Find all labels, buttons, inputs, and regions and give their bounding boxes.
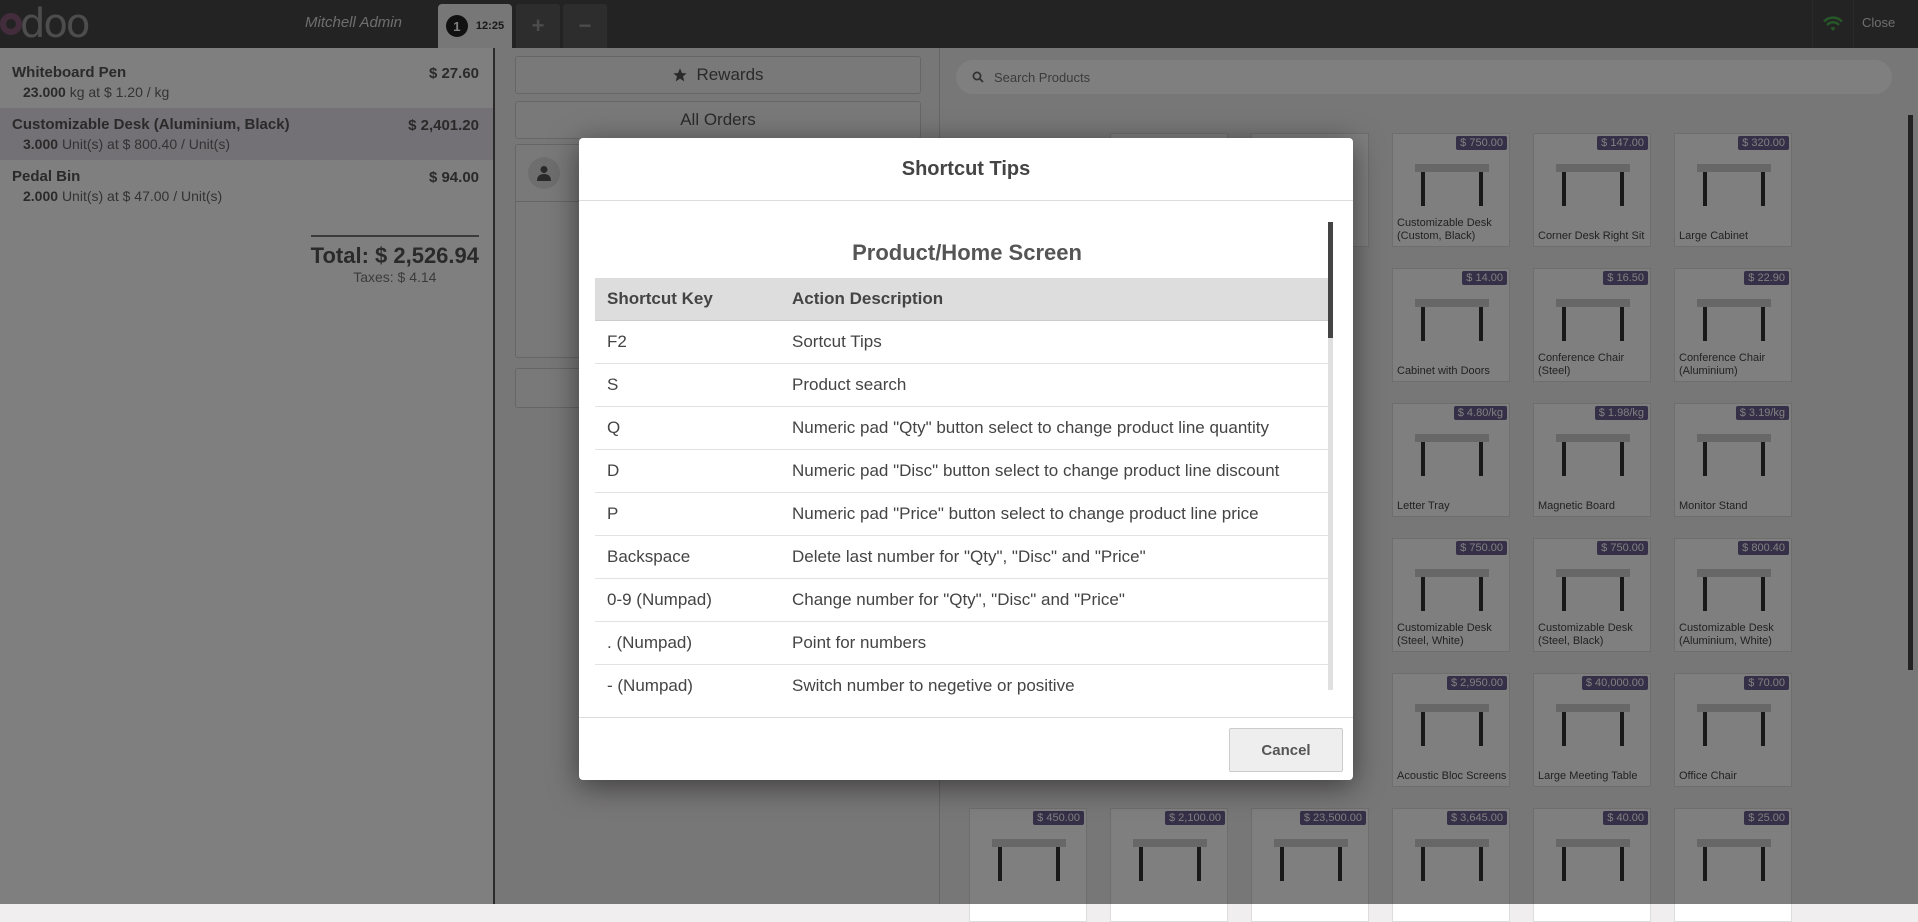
shortcut-description: Sortcut Tips [780,320,1333,364]
shortcut-tips-dialog: Shortcut Tips Product/Home Screen Shortc… [579,138,1353,780]
dialog-scroll-thumb[interactable] [1328,222,1333,338]
shortcut-key: Q [595,406,780,450]
table-header-row: Shortcut Key Action Description [595,278,1333,321]
cancel-button[interactable]: Cancel [1229,728,1343,772]
shortcut-description: Product search [780,363,1333,407]
table-row: D Numeric pad "Disc" button select to cha… [595,449,1333,493]
dialog-footer: Cancel [579,717,1353,780]
table-row: . (Numpad) Point for numbers [595,621,1333,665]
shortcut-key: . (Numpad) [595,621,780,665]
shortcut-description: Numeric pad "Disc" button select to chan… [780,449,1333,493]
shortcut-description: Numeric pad "Qty" button select to chang… [780,406,1333,450]
shortcut-key: 0-9 (Numpad) [595,578,780,622]
table-row: 0-9 (Numpad) Change number for "Qty", "Di… [595,578,1333,622]
column-header-key: Shortcut Key [595,278,780,321]
column-header-description: Action Description [780,278,1333,321]
table-row: S Product search [595,363,1333,407]
dialog-scrollbar[interactable] [1328,222,1333,690]
table-row: P Numeric pad "Price" button select to ch… [595,492,1333,536]
shortcut-key: S [595,363,780,407]
shortcut-description: Change number for "Qty", "Disc" and "Pri… [780,578,1333,622]
dialog-title: Shortcut Tips [579,138,1353,201]
shortcut-description: Point for numbers [780,621,1333,665]
shortcut-table: Shortcut Key Action Description F2 Sortcu… [595,278,1333,700]
table-row: - (Numpad) Switch number to negetive or p… [595,664,1333,700]
table-row: Backspace Delete last number for "Qty", "… [595,535,1333,579]
table-row: Q Numeric pad "Qty" button select to chan… [595,406,1333,450]
shortcut-key: D [595,449,780,493]
shortcut-description: Delete last number for "Qty", "Disc" and… [780,535,1333,579]
shortcut-key: F2 [595,320,780,364]
shortcut-description: Numeric pad "Price" button select to cha… [780,492,1333,536]
shortcut-key: Backspace [595,535,780,579]
shortcut-description: Switch number to negetive or positive [780,664,1333,700]
dialog-body: Product/Home Screen Shortcut Key Action … [595,220,1339,700]
shortcut-key: - (Numpad) [595,664,780,700]
section-title: Product/Home Screen [852,240,1082,265]
shortcut-key: P [595,492,780,536]
table-row: F2 Sortcut Tips [595,320,1333,364]
